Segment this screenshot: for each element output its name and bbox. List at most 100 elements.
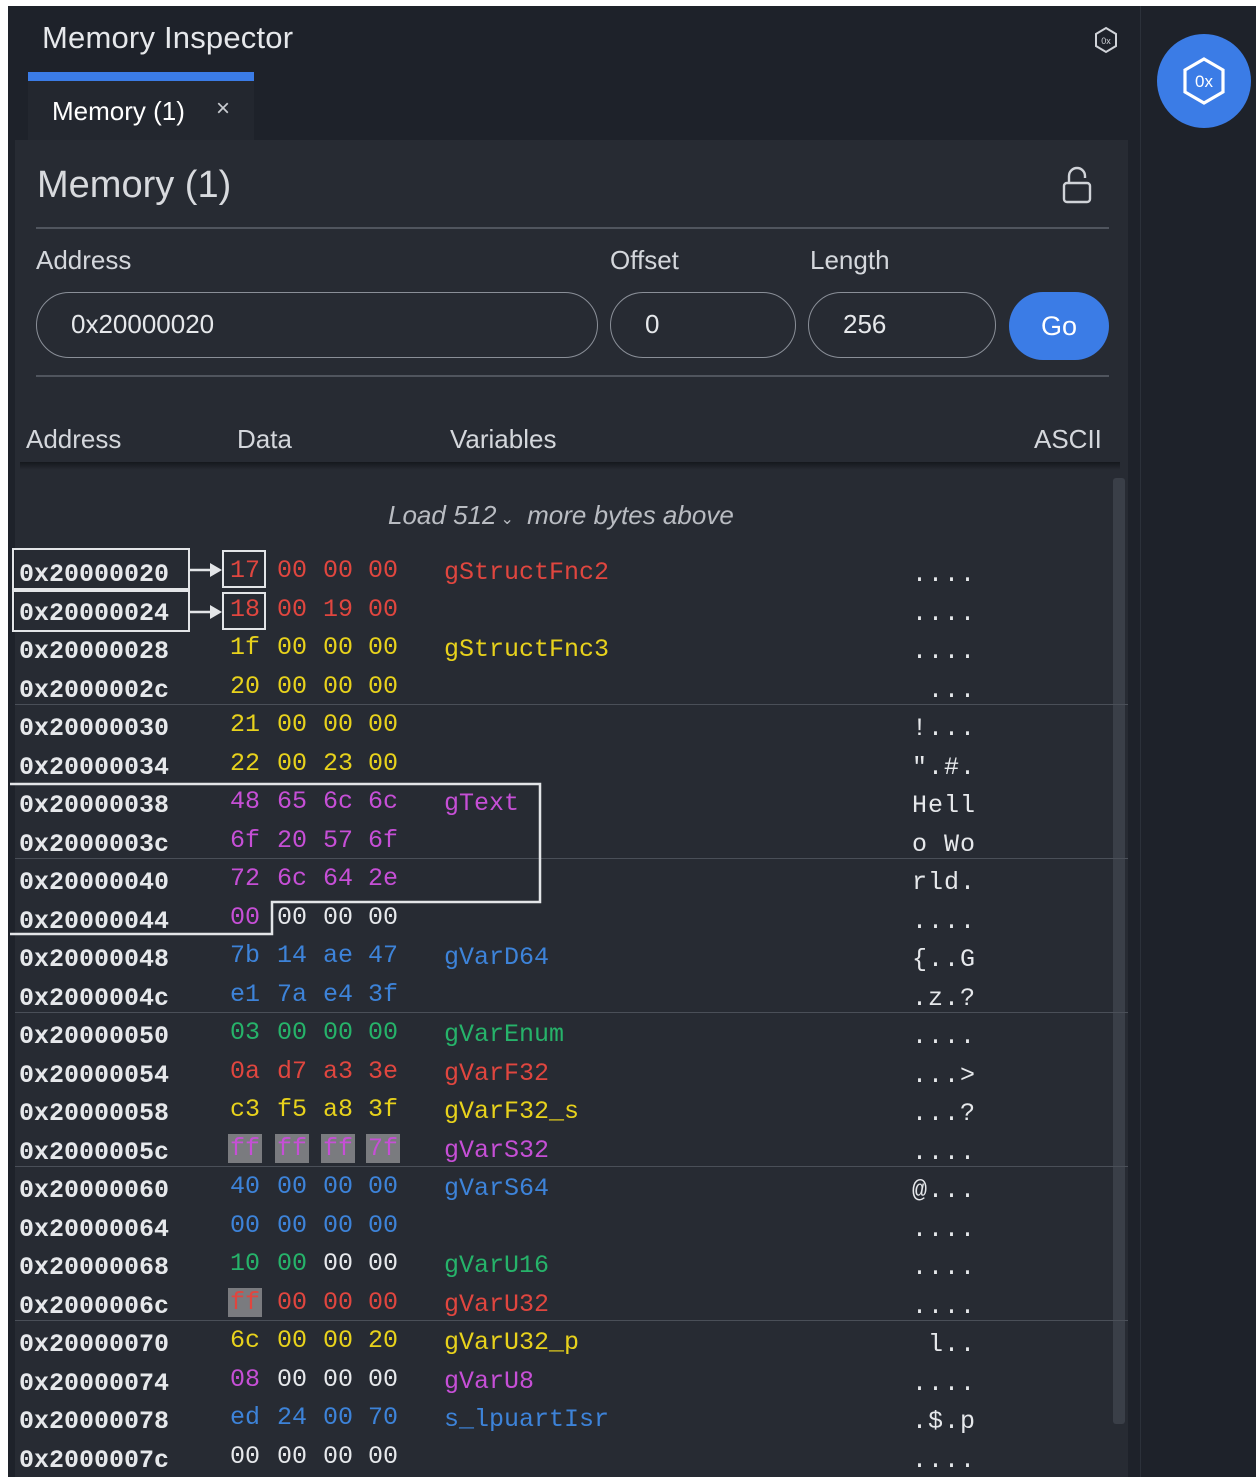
data-byte[interactable]: 00 — [321, 672, 355, 701]
data-byte[interactable]: 00 — [366, 710, 400, 739]
data-byte[interactable]: 00 — [275, 1326, 309, 1355]
data-byte[interactable]: 3e — [366, 1057, 400, 1086]
data-byte[interactable]: 00 — [275, 595, 309, 624]
close-icon[interactable]: × — [216, 95, 230, 123]
data-byte[interactable]: 7b — [228, 941, 262, 970]
variable-name[interactable]: gVarEnum — [444, 1020, 564, 1049]
data-byte[interactable]: 00 — [321, 1403, 355, 1432]
row-address[interactable]: 0x20000068 — [19, 1253, 169, 1282]
data-byte[interactable]: 00 — [321, 1326, 355, 1355]
data-byte[interactable]: 00 — [275, 1172, 309, 1201]
unlock-icon[interactable] — [1060, 166, 1094, 211]
data-byte[interactable]: 1f — [228, 633, 262, 662]
length-field[interactable] — [808, 292, 996, 358]
variable-name[interactable]: gVarF32 — [444, 1059, 549, 1088]
data-byte[interactable]: 00 — [275, 556, 309, 585]
variable-name[interactable]: gVarU8 — [444, 1367, 534, 1396]
variable-name[interactable]: gVarU16 — [444, 1251, 549, 1280]
data-byte[interactable]: 00 — [275, 633, 309, 662]
chevron-down-icon[interactable]: ⌄ — [500, 511, 513, 528]
data-byte[interactable]: 00 — [228, 1442, 262, 1471]
variable-name[interactable]: gVarF32_s — [444, 1097, 579, 1126]
data-byte[interactable]: 3f — [366, 980, 400, 1009]
data-byte[interactable]: 08 — [228, 1365, 262, 1394]
data-byte[interactable]: 00 — [275, 1018, 309, 1047]
row-address[interactable]: 0x20000034 — [19, 753, 169, 782]
data-byte[interactable]: 00 — [275, 1442, 309, 1471]
data-byte[interactable]: f5 — [275, 1095, 309, 1124]
go-button[interactable]: Go — [1009, 292, 1109, 360]
data-byte[interactable]: 0a — [228, 1057, 262, 1086]
data-byte[interactable]: 23 — [321, 749, 355, 778]
data-byte[interactable]: 00 — [366, 672, 400, 701]
load-more-bytes[interactable]: Load 512 ⌄ more bytes above — [388, 500, 734, 531]
hex-0x-icon[interactable]: 0x — [1093, 26, 1119, 59]
length-input[interactable] — [841, 308, 994, 341]
data-byte[interactable]: 20 — [228, 672, 262, 701]
data-byte[interactable]: 00 — [366, 1249, 400, 1278]
data-byte[interactable]: 00 — [366, 1288, 400, 1317]
variable-name[interactable]: gVarU32 — [444, 1290, 549, 1319]
data-byte[interactable]: 21 — [228, 710, 262, 739]
data-byte[interactable]: e4 — [321, 980, 355, 1009]
data-byte[interactable]: 00 — [321, 1365, 355, 1394]
data-byte[interactable]: 00 — [366, 595, 400, 624]
row-address[interactable]: 0x20000060 — [19, 1176, 169, 1205]
data-byte[interactable]: 22 — [228, 749, 262, 778]
data-byte[interactable]: a3 — [321, 1057, 355, 1086]
data-byte[interactable]: 19 — [321, 595, 355, 624]
data-byte[interactable]: 00 — [321, 1442, 355, 1471]
data-byte[interactable]: 03 — [228, 1018, 262, 1047]
data-byte[interactable]: 00 — [321, 710, 355, 739]
data-byte[interactable]: 00 — [366, 556, 400, 585]
data-byte[interactable]: ff — [275, 1133, 309, 1163]
data-byte[interactable]: 00 — [321, 1249, 355, 1278]
row-address[interactable]: 0x20000064 — [19, 1215, 169, 1244]
offset-input[interactable] — [643, 308, 795, 341]
data-byte[interactable]: 00 — [275, 749, 309, 778]
variable-name[interactable]: gVarD64 — [444, 943, 549, 972]
address-field[interactable] — [36, 292, 598, 358]
row-address[interactable]: 0x20000074 — [19, 1369, 169, 1398]
data-byte[interactable]: 6c — [228, 1326, 262, 1355]
data-byte[interactable]: ff — [321, 1133, 355, 1163]
data-byte[interactable]: e1 — [228, 980, 262, 1009]
row-address[interactable]: 0x2000005c — [19, 1138, 169, 1167]
data-byte[interactable]: 00 — [321, 1172, 355, 1201]
data-byte[interactable]: 47 — [366, 941, 400, 970]
row-address[interactable]: 0x20000070 — [19, 1330, 169, 1359]
variable-name[interactable]: gVarS32 — [444, 1136, 549, 1165]
tab-memory-1[interactable]: Memory (1) × — [28, 81, 254, 140]
data-byte[interactable]: 10 — [228, 1249, 262, 1278]
row-address[interactable]: 0x20000030 — [19, 714, 169, 743]
variable-name[interactable]: gVarS64 — [444, 1174, 549, 1203]
row-address[interactable]: 0x20000058 — [19, 1099, 169, 1128]
data-byte[interactable]: a8 — [321, 1095, 355, 1124]
data-byte[interactable]: 20 — [366, 1326, 400, 1355]
data-byte[interactable]: 00 — [275, 1288, 309, 1317]
row-address[interactable]: 0x20000078 — [19, 1407, 169, 1436]
data-byte[interactable]: 00 — [275, 1211, 309, 1240]
offset-field[interactable] — [610, 292, 796, 358]
data-byte[interactable]: 3f — [366, 1095, 400, 1124]
data-byte[interactable]: 00 — [228, 1211, 262, 1240]
row-address[interactable]: 0x20000054 — [19, 1061, 169, 1090]
data-byte[interactable]: 40 — [228, 1172, 262, 1201]
data-byte[interactable]: 00 — [321, 556, 355, 585]
load-more-count[interactable]: 512 — [453, 500, 496, 530]
data-byte[interactable]: 00 — [275, 710, 309, 739]
data-byte[interactable]: 7f — [366, 1133, 400, 1163]
data-byte[interactable]: 00 — [321, 1288, 355, 1317]
data-byte[interactable]: 00 — [321, 633, 355, 662]
data-byte[interactable]: 00 — [321, 1211, 355, 1240]
variable-name[interactable]: gStructFnc2 — [444, 558, 609, 587]
row-address[interactable]: 0x20000028 — [19, 637, 169, 666]
row-address[interactable]: 0x2000007c — [19, 1446, 169, 1475]
data-byte[interactable]: 14 — [275, 941, 309, 970]
memory-inspector-activity-button[interactable]: 0x — [1157, 34, 1251, 128]
data-byte[interactable]: 70 — [366, 1403, 400, 1432]
row-address[interactable]: 0x20000048 — [19, 945, 169, 974]
data-byte[interactable]: 00 — [366, 1211, 400, 1240]
data-byte[interactable]: 00 — [366, 1365, 400, 1394]
data-byte[interactable]: 7a — [275, 980, 309, 1009]
